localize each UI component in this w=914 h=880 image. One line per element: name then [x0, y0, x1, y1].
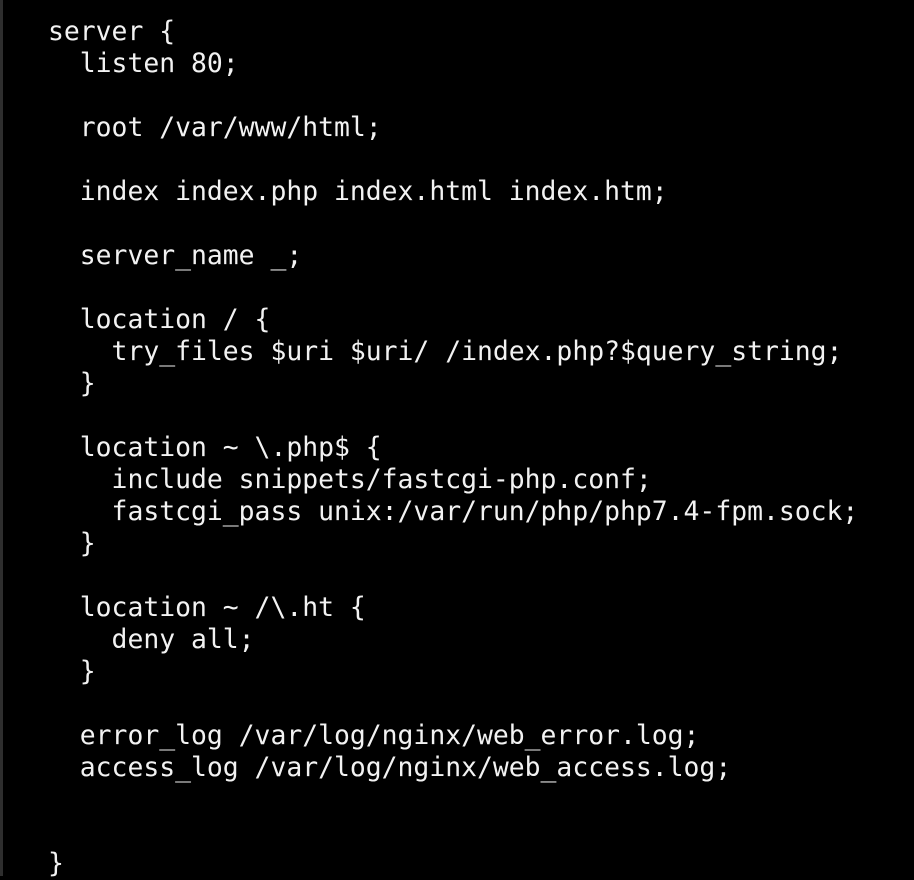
- code-line: root /var/www/html;: [48, 112, 382, 143]
- code-line: include snippets/fastcgi-php.conf;: [48, 464, 652, 495]
- terminal-output[interactable]: server { listen 80; root /var/www/html; …: [48, 16, 858, 880]
- code-line: deny all;: [48, 624, 255, 655]
- code-line: access_log /var/log/nginx/web_access.log…: [48, 752, 732, 783]
- code-line: listen 80;: [48, 48, 239, 79]
- code-line: try_files $uri $uri/ /index.php?$query_s…: [48, 336, 843, 367]
- code-line: location ~ /\.ht {: [48, 592, 366, 623]
- code-line: }: [48, 528, 96, 559]
- code-line: server_name _;: [48, 240, 303, 271]
- code-line: }: [48, 368, 96, 399]
- code-line: location ~ \.php$ {: [48, 432, 382, 463]
- code-line: error_log /var/log/nginx/web_error.log;: [48, 720, 700, 751]
- code-line: location / {: [48, 304, 271, 335]
- code-line: }: [48, 848, 64, 879]
- code-line: index index.php index.html index.htm;: [48, 176, 668, 207]
- window-border: [0, 0, 3, 876]
- code-line: server {: [48, 16, 176, 47]
- code-line: }: [48, 656, 96, 687]
- code-line: fastcgi_pass unix:/var/run/php/php7.4-fp…: [48, 496, 859, 527]
